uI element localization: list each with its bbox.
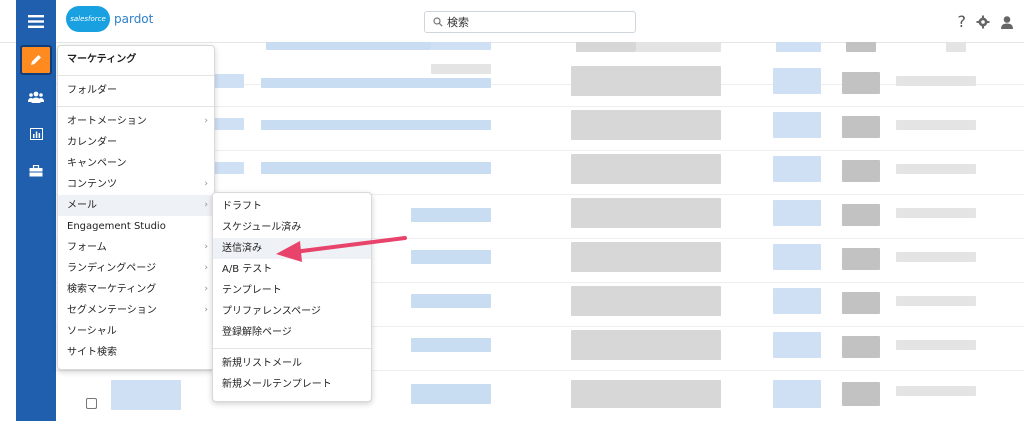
- gear-icon[interactable]: [976, 15, 990, 29]
- menu-divider: [213, 348, 371, 349]
- menu-item-calendar[interactable]: カレンダー: [58, 132, 214, 153]
- menu-item-email[interactable]: メール ›: [58, 195, 214, 216]
- chevron-right-icon: ›: [204, 263, 208, 273]
- marketing-menu-title: マーケティング: [67, 54, 137, 65]
- menu-item-label: 検索マーケティング: [67, 284, 157, 295]
- menu-item-social[interactable]: ソーシャル: [58, 321, 214, 342]
- menu-divider: [58, 106, 214, 107]
- chevron-right-icon: ›: [204, 242, 208, 252]
- top-bar: salesforce pardot 検索 ?: [0, 0, 1024, 43]
- briefcase-icon: [29, 165, 43, 177]
- email-submenu: ドラフト スケジュール済み 送信済み A/B テスト テンプレート プリファレン…: [212, 192, 372, 402]
- submenu-item-scheduled[interactable]: スケジュール済み: [213, 217, 371, 238]
- hamburger-icon: [28, 14, 44, 28]
- menu-item-label: メール: [67, 200, 97, 211]
- menu-item-landing-pages[interactable]: ランディングページ ›: [58, 258, 214, 279]
- submenu-item-preference-pages[interactable]: プリファレンスページ: [213, 301, 371, 322]
- marketing-menu: マーケティング フォルダー オートメーション › カレンダー キャンペーン コン…: [57, 45, 215, 370]
- table-row[interactable]: [56, 372, 1024, 414]
- report-icon: [29, 128, 43, 140]
- row-checkbox[interactable]: [86, 398, 97, 409]
- menu-item-folders[interactable]: フォルダー: [58, 80, 214, 101]
- menu-item-segmentation[interactable]: セグメンテーション ›: [58, 300, 214, 321]
- people-icon: [28, 91, 44, 103]
- prospects-nav-button[interactable]: [20, 82, 52, 112]
- menu-item-search-marketing[interactable]: 検索マーケティング ›: [58, 279, 214, 300]
- chevron-right-icon: ›: [204, 200, 208, 210]
- menu-item-label: ランディングページ: [67, 263, 157, 274]
- menu-item-campaigns[interactable]: キャンペーン: [58, 153, 214, 174]
- submenu-item-new-list-email[interactable]: 新規リストメール: [213, 353, 371, 374]
- search-placeholder: 検索: [447, 16, 469, 29]
- menu-item-engagement-studio[interactable]: Engagement Studio: [58, 216, 214, 237]
- submenu-item-new-email-template[interactable]: 新規メールテンプレート: [213, 374, 371, 395]
- menu-item-automation[interactable]: オートメーション ›: [58, 111, 214, 132]
- search-icon: [433, 17, 443, 27]
- search-input[interactable]: 検索: [424, 11, 636, 33]
- menu-item-forms[interactable]: フォーム ›: [58, 237, 214, 258]
- admin-nav-button[interactable]: [20, 156, 52, 186]
- submenu-item-templates[interactable]: テンプレート: [213, 280, 371, 301]
- menu-item-site-search[interactable]: サイト検索: [58, 342, 214, 363]
- menu-item-label: フォーム: [67, 242, 107, 253]
- salesforce-cloud-logo: salesforce: [66, 6, 110, 32]
- chevron-right-icon: ›: [204, 179, 208, 189]
- menu-item-content[interactable]: コンテンツ ›: [58, 174, 214, 195]
- left-nav-rail: [16, 0, 56, 421]
- salesforce-pardot-logo[interactable]: salesforce pardot: [66, 6, 153, 32]
- submenu-item-ab-test[interactable]: A/B テスト: [213, 259, 371, 280]
- pardot-wordmark: pardot: [114, 12, 154, 26]
- chevron-right-icon: ›: [204, 284, 208, 294]
- submenu-item-drafts[interactable]: ドラフト: [213, 196, 371, 217]
- menu-divider: [58, 75, 214, 76]
- pencil-icon: [31, 55, 41, 65]
- marketing-nav-button[interactable]: [20, 45, 52, 75]
- help-icon[interactable]: ?: [958, 12, 967, 31]
- chevron-right-icon: ›: [204, 116, 208, 126]
- submenu-item-sent[interactable]: 送信済み: [213, 238, 371, 259]
- reports-nav-button[interactable]: [20, 119, 52, 149]
- user-icon[interactable]: [1000, 15, 1014, 29]
- menu-item-label: オートメーション: [67, 116, 147, 127]
- submenu-item-unsubscribe-pages[interactable]: 登録解除ページ: [213, 322, 371, 343]
- chevron-right-icon: ›: [204, 305, 208, 315]
- menu-item-label: コンテンツ: [67, 179, 117, 190]
- hamburger-menu-button[interactable]: [16, 0, 56, 42]
- menu-item-label: セグメンテーション: [67, 305, 157, 316]
